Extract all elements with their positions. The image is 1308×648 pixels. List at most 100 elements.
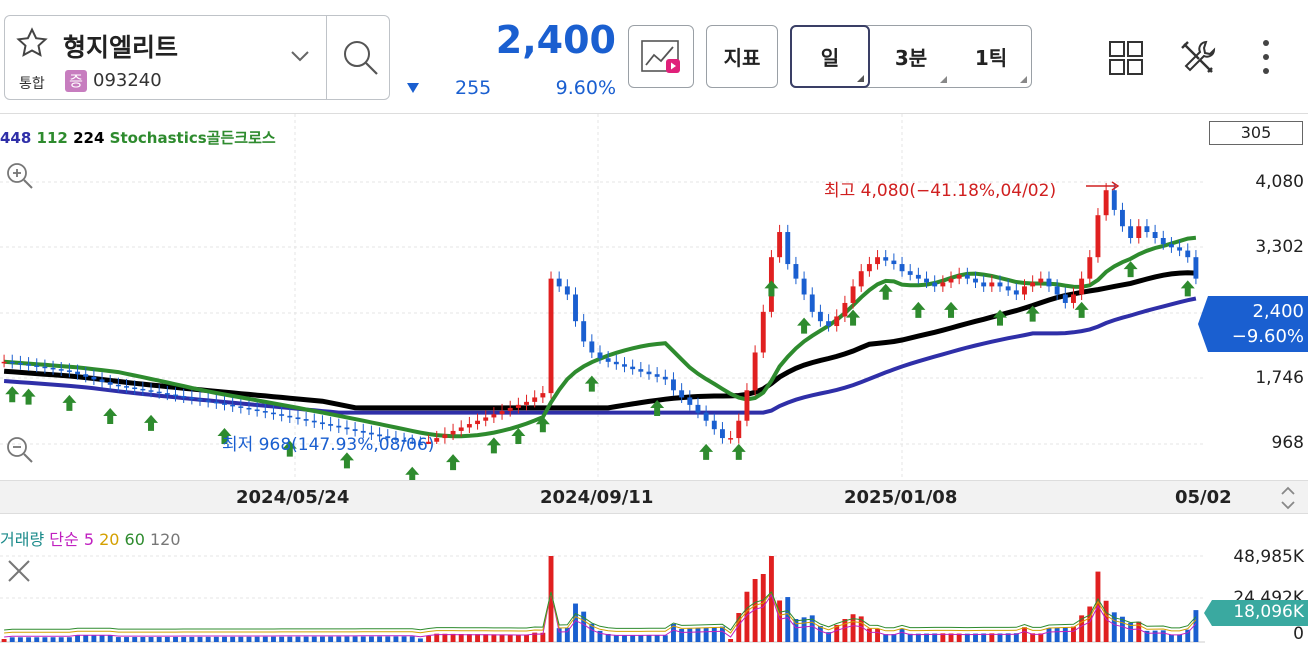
- signal-arrow-icon: [511, 428, 526, 445]
- x-tick-1: 2024/05/24: [236, 487, 350, 508]
- price-tag-change: −9.60%: [1231, 326, 1304, 347]
- volume-bar: [1046, 628, 1052, 642]
- volume-bar: [189, 636, 195, 642]
- candle-body: [1177, 247, 1183, 251]
- candle-body: [907, 271, 913, 275]
- period-tick-button[interactable]: 1틱: [951, 26, 1031, 87]
- volume-bar: [303, 636, 309, 642]
- volume-bar: [1022, 627, 1027, 642]
- signal-arrow-icon: [1074, 301, 1089, 318]
- signal-arrow-icon: [1180, 280, 1195, 297]
- candle-body: [834, 316, 840, 327]
- tools-icon[interactable]: [1178, 38, 1218, 78]
- volume-bar: [336, 636, 342, 642]
- candle-body: [262, 411, 268, 413]
- candle-body: [140, 388, 146, 391]
- stock-name: 형지엘리트: [63, 33, 179, 62]
- candle-count-box: 305: [1209, 121, 1303, 145]
- candle-body: [915, 274, 921, 279]
- volume-bar: [409, 636, 415, 642]
- price-chart[interactable]: [0, 114, 1308, 480]
- scroll-updown-icon[interactable]: [1278, 484, 1298, 512]
- candle-body: [793, 264, 799, 279]
- volume-chart[interactable]: [0, 546, 1308, 648]
- volume-bar: [630, 635, 636, 642]
- volume-bar: [1103, 600, 1109, 642]
- stock-selector[interactable]: 형지엘리트 통합 증 093240: [4, 15, 390, 100]
- candle-body: [899, 264, 905, 272]
- period-3min-button[interactable]: 3분: [871, 26, 951, 87]
- candle-body: [548, 278, 554, 394]
- candle-body: [858, 271, 864, 287]
- volume-bar: [499, 634, 505, 642]
- candle-body: [842, 302, 848, 317]
- x-tick-4: 05/02: [1175, 487, 1232, 508]
- volume-bar: [360, 636, 366, 642]
- candle-body: [1030, 282, 1036, 287]
- volume-bar: [875, 629, 880, 642]
- more-vertical-icon[interactable]: [1258, 38, 1274, 78]
- candle-body: [736, 420, 742, 439]
- candle-body: [311, 420, 317, 423]
- volume-bar: [26, 637, 32, 642]
- candle-body: [303, 419, 309, 421]
- candle-body: [50, 367, 56, 370]
- volume-bar: [83, 635, 89, 642]
- candle-body: [1022, 286, 1027, 295]
- candle-body: [271, 412, 276, 415]
- signal-arrow-icon: [878, 283, 893, 300]
- signal-arrow-icon: [62, 394, 77, 411]
- candle-body: [1144, 226, 1150, 233]
- search-icon[interactable]: [339, 36, 383, 80]
- candle-body: [703, 412, 709, 421]
- candle-body: [1038, 278, 1044, 283]
- volume-bar: [817, 626, 823, 642]
- price-change-pct: 9.60%: [555, 77, 616, 99]
- volume-current-tag: 18,096K: [1233, 602, 1304, 622]
- signal-arrow-icon: [1123, 261, 1138, 278]
- volume-bar: [1168, 634, 1174, 642]
- volume-bar: [801, 617, 807, 642]
- star-icon[interactable]: [15, 26, 49, 60]
- candle-body: [1005, 286, 1011, 291]
- volume-bar: [368, 636, 374, 642]
- candle-body: [246, 407, 252, 410]
- candle-body: [622, 364, 627, 367]
- volume-bar: [75, 635, 80, 642]
- volume-bar: [1177, 634, 1183, 642]
- candle-body: [752, 352, 758, 391]
- volume-bar: [173, 636, 178, 642]
- candle-body: [17, 363, 23, 365]
- volume-bar: [711, 627, 717, 642]
- period-day-button[interactable]: 일: [790, 25, 870, 88]
- down-triangle-icon: [407, 83, 419, 93]
- candle-body: [524, 401, 529, 405]
- zoom-out-icon[interactable]: [4, 434, 34, 464]
- grid-layout-icon[interactable]: [1108, 40, 1144, 76]
- volume-bar: [883, 634, 889, 642]
- candle-body: [9, 361, 15, 364]
- candle-body: [875, 257, 880, 265]
- volume-bar: [491, 634, 497, 642]
- volume-y-tick-1: 48,985K: [1233, 547, 1304, 567]
- signal-arrow-icon: [764, 280, 779, 297]
- volume-bar: [1152, 630, 1158, 642]
- volume-bar: [393, 636, 399, 642]
- high-annotation: 최고 4,080(−41.18%,04/02): [824, 181, 1057, 201]
- candle-body: [630, 366, 636, 370]
- volume-bar: [91, 635, 97, 642]
- y-tick-1: 4,080: [1255, 172, 1304, 192]
- chevron-down-icon[interactable]: [289, 48, 311, 64]
- candle-body: [450, 430, 456, 435]
- candle-body: [58, 369, 64, 371]
- margin-badge: 증: [65, 70, 87, 92]
- volume-bar: [140, 637, 146, 642]
- zoom-in-icon[interactable]: [4, 160, 34, 190]
- volume-bar: [891, 634, 897, 642]
- candle-body: [646, 371, 652, 375]
- chart-video-button[interactable]: [628, 25, 694, 88]
- candle-body: [132, 387, 138, 390]
- indicator-button[interactable]: 지표: [706, 25, 778, 88]
- candle-body: [254, 409, 260, 412]
- signal-arrow-icon: [405, 466, 420, 480]
